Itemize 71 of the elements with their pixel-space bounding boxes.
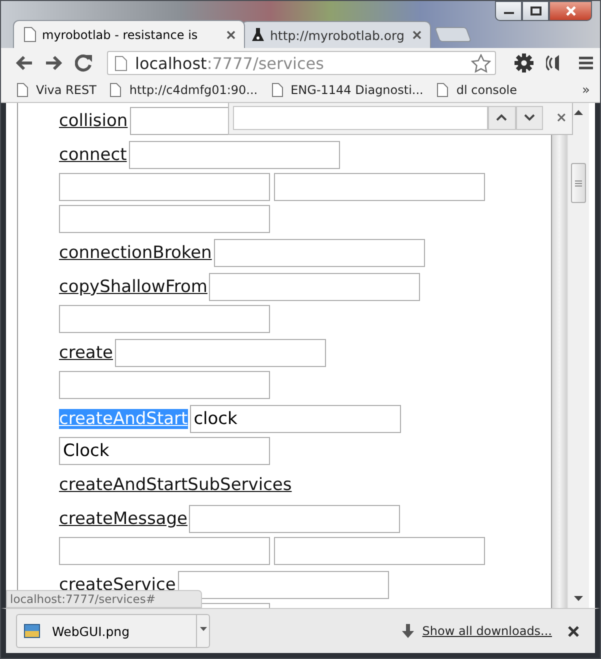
input-field[interactable] [59,371,270,399]
maximize-button[interactable] [522,1,549,21]
scroll-thumb[interactable] [571,163,586,203]
close-button[interactable] [549,1,592,21]
method-link[interactable]: createAndStartSubServices [59,475,292,495]
input-field[interactable] [59,537,270,565]
forward-icon[interactable] [45,55,63,71]
input-field[interactable] [114,339,326,367]
tab-title: http://myrobotlab.org [270,28,406,42]
settings-icon[interactable] [514,53,534,73]
close-icon[interactable] [226,30,236,40]
page-icon [24,27,36,42]
bookmark[interactable]: dl console [437,83,517,97]
download-menu-button[interactable] [196,614,210,648]
browser-tab[interactable]: http://myrobotlab.org [241,21,431,48]
chevron-down-icon [524,114,535,121]
tab-title: myrobotlab - resistance is [42,28,199,42]
close-icon [564,6,576,16]
bookmark[interactable]: http://c4dmfg01:90... [110,83,258,97]
scroll-up-icon[interactable] [574,109,583,115]
star-icon[interactable] [471,54,491,72]
page-icon [110,83,122,97]
address-field[interactable]: localhost:7777/services [107,51,496,75]
method-link[interactable]: createMessage [59,509,188,529]
grip-icon [574,180,583,186]
bookmark[interactable]: ENG-1144 Diagnosti... [272,83,424,97]
browser-tab[interactable]: myrobotlab - resistance is [13,20,245,48]
input-field[interactable] [189,505,400,533]
show-all-downloads-link[interactable]: Show all downloads... [422,624,552,638]
input-field[interactable] [178,571,389,599]
download-item[interactable]: WebGUI.png [16,614,196,648]
input-field[interactable] [59,205,270,233]
page-icon [272,83,283,97]
previous-match-button[interactable] [488,106,516,130]
close-icon[interactable] [557,113,566,122]
minimize-button[interactable] [495,1,522,21]
input-field[interactable] [214,239,425,267]
input-field[interactable]: clock [190,405,401,433]
input-field[interactable] [128,141,340,169]
input-field[interactable]: Clock [59,437,270,465]
method-link[interactable]: connectionBroken [59,243,212,263]
close-icon[interactable] [568,626,579,636]
method-link[interactable]: copyShallowFrom [59,277,208,297]
input-field[interactable] [59,173,270,201]
flask-icon [252,28,264,42]
method-link[interactable]: create [59,343,113,363]
input-field[interactable] [59,305,270,333]
more-bookmarks-button[interactable]: » [582,82,590,98]
scrollbar[interactable] [567,103,589,608]
menu-icon[interactable] [578,56,594,70]
chevron-up-icon [496,114,508,121]
back-icon[interactable] [15,55,33,71]
close-icon[interactable] [412,30,422,40]
page-icon [115,56,127,70]
image-file-icon [24,624,40,638]
status-url-tooltip: localhost:7777/services# [6,590,202,608]
page-icon [17,83,28,97]
find-field[interactable] [233,106,488,130]
input-field[interactable] [209,273,420,301]
next-match-button[interactable] [516,106,544,130]
caret-icon [200,627,206,631]
input-field[interactable] [274,173,485,201]
maximize-icon [530,6,542,16]
page-icon [437,83,448,97]
method-link[interactable]: connect [59,145,127,165]
method-link[interactable]: collision [59,111,128,131]
reload-icon[interactable] [75,54,93,72]
input-field[interactable] [274,537,485,565]
bookmark[interactable]: Viva REST [17,83,96,97]
download-icon [402,624,414,638]
scroll-down-icon[interactable] [574,596,583,602]
